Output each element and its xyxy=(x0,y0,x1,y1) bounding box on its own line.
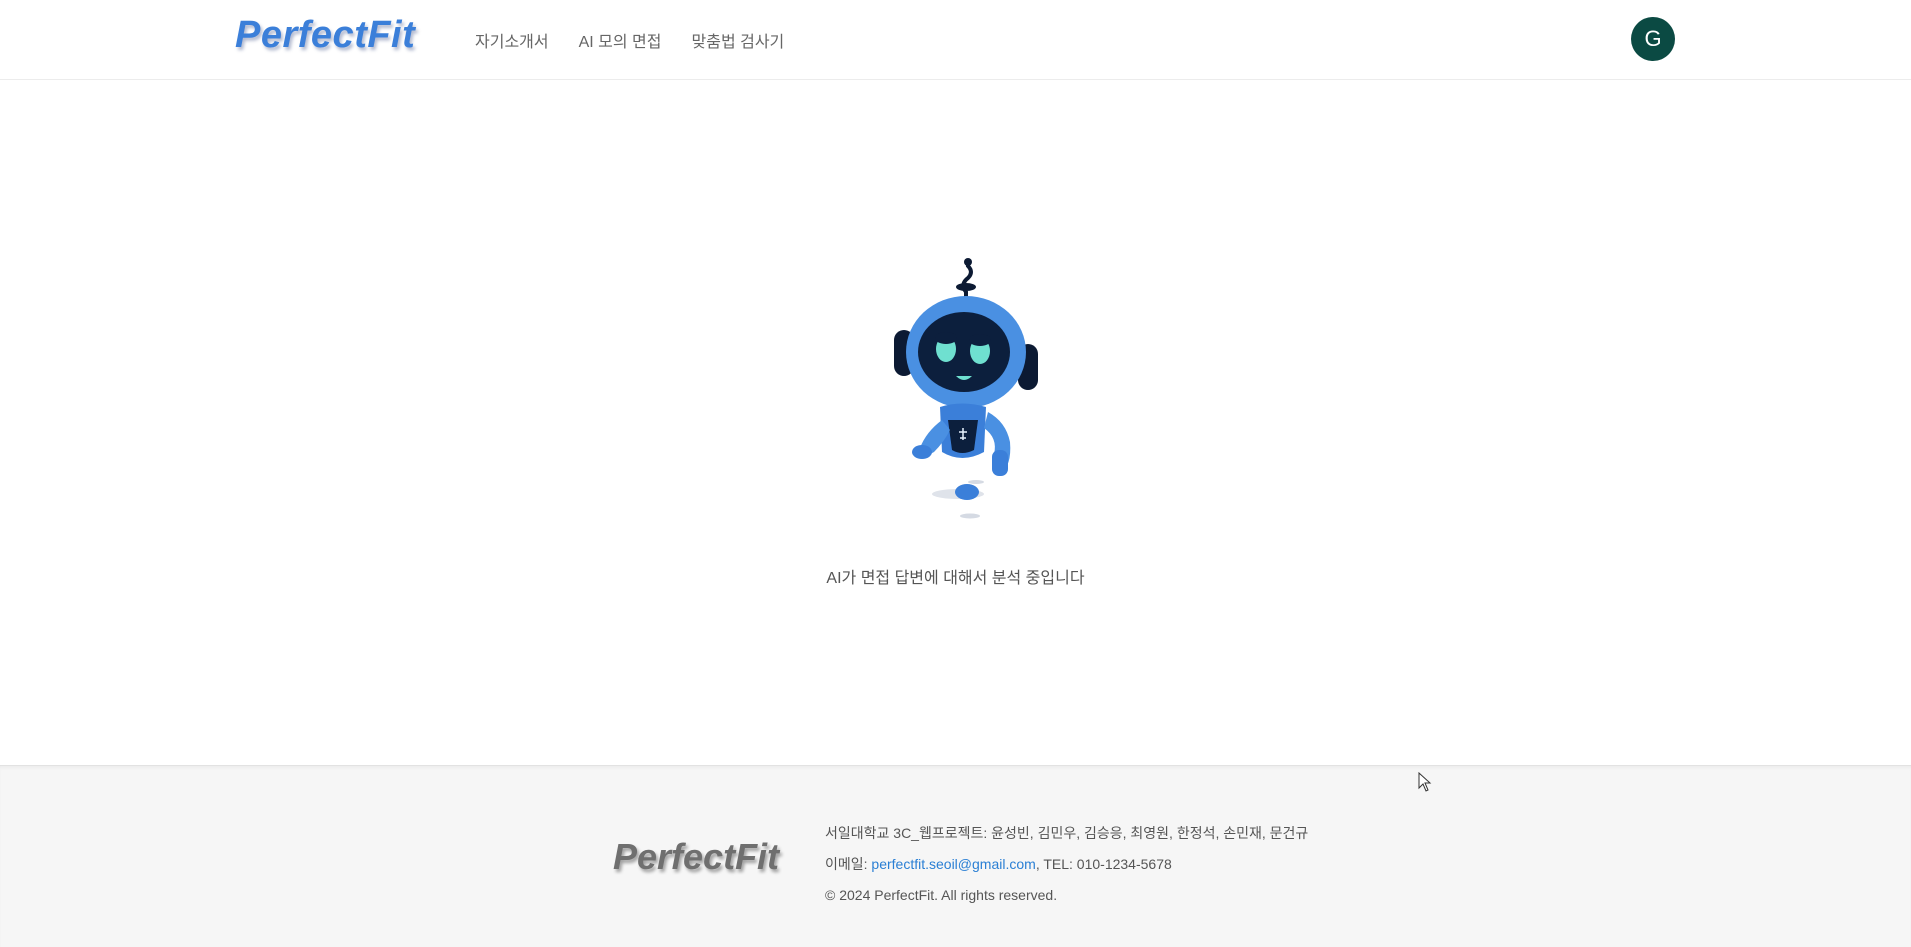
robot-mascot-illustration xyxy=(894,258,1038,519)
top-navbar: PerfectFit 자기소개서 AI 모의 면접 맞춤법 검사기 G xyxy=(0,0,1911,80)
robot-hand-right xyxy=(992,450,1008,476)
main-nav: 자기소개서 AI 모의 면접 맞춤법 검사기 xyxy=(475,28,784,52)
robot-foot xyxy=(955,484,979,500)
mouse-pointer-icon xyxy=(1418,772,1432,792)
robot-hand-left xyxy=(912,445,932,459)
robot-foot-shadow-tiny xyxy=(968,480,984,484)
robot-antenna-base xyxy=(956,283,976,291)
footer-logo: PerfectFit xyxy=(613,836,780,877)
footer-copyright: © 2024 PerfectFit. All rights reserved. xyxy=(825,887,1058,903)
footer-contact-line: 이메일: perfectfit.seoil@gmail.com, TEL: 01… xyxy=(825,849,1308,880)
robot-foot-shadow-small xyxy=(960,513,980,519)
footer-info: 서일대학교 3C_웹프로젝트: 윤성빈, 김민우, 김승응, 최영원, 한정석,… xyxy=(825,818,1308,911)
footer-email-link[interactable]: perfectfit.seoil@gmail.com xyxy=(871,856,1035,872)
footer-email-label: 이메일: xyxy=(825,856,872,872)
brand-logo[interactable]: PerfectFit xyxy=(235,14,415,57)
nav-item-cover-letter[interactable]: 자기소개서 xyxy=(475,28,549,52)
user-avatar[interactable]: G xyxy=(1631,17,1675,61)
robot-eye-right-lid xyxy=(969,334,991,346)
page: PerfectFit 자기소개서 AI 모의 면접 맞춤법 검사기 G AI가 … xyxy=(0,0,1911,947)
robot-antenna-tip xyxy=(964,258,972,266)
robot-eye-left-lid xyxy=(935,332,957,344)
analysis-status-text: AI가 면접 답변에 대해서 분석 중입니다 xyxy=(826,570,1085,587)
footer: PerfectFit 서일대학교 3C_웹프로젝트: 윤성빈, 김민우, 김승응… xyxy=(0,765,1911,947)
nav-item-ai-mock-interview[interactable]: AI 모의 면접 xyxy=(579,28,662,52)
nav-item-spell-checker[interactable]: 맞춤법 검사기 xyxy=(692,28,785,52)
footer-project-line: 서일대학교 3C_웹프로젝트: 윤성빈, 김민우, 김승응, 최영원, 한정석,… xyxy=(825,825,1309,841)
footer-tel: , TEL: 010-1234-5678 xyxy=(1035,856,1172,872)
